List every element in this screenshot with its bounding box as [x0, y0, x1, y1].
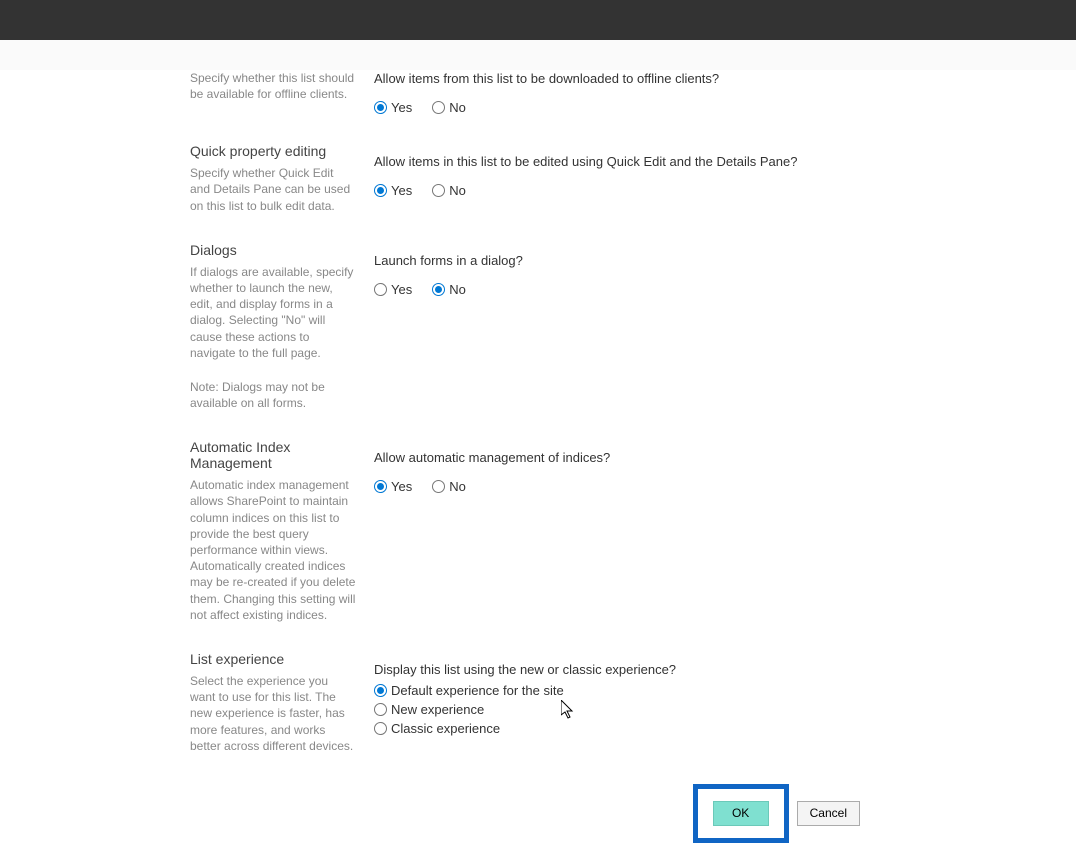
section-quickedit: Quick property editing Specify whether Q…: [190, 143, 870, 214]
autoindex-no-text: No: [449, 479, 466, 494]
quickedit-question: Allow items in this list to be edited us…: [374, 153, 870, 171]
offline-no-radio[interactable]: [432, 101, 445, 114]
listexp-default-text: Default experience for the site: [391, 683, 564, 698]
autoindex-desc: Automatic index management allows ShareP…: [190, 477, 356, 623]
dialogs-yes-radio[interactable]: [374, 283, 387, 296]
autoindex-title: Automatic Index Management: [190, 439, 356, 471]
autoindex-no-radio[interactable]: [432, 480, 445, 493]
offline-yes-label[interactable]: Yes: [374, 100, 412, 115]
top-bar: [0, 0, 1076, 40]
offline-question: Allow items from this list to be downloa…: [374, 70, 870, 88]
dialogs-yes-label[interactable]: Yes: [374, 282, 412, 297]
autoindex-no-label[interactable]: No: [432, 479, 466, 494]
section-autoindex: Automatic Index Management Automatic ind…: [190, 439, 870, 623]
listexp-default-label[interactable]: Default experience for the site: [374, 683, 564, 698]
offline-no-text: No: [449, 100, 466, 115]
quickedit-yes-radio[interactable]: [374, 184, 387, 197]
listexp-new-text: New experience: [391, 702, 484, 717]
quickedit-no-label[interactable]: No: [432, 183, 466, 198]
dialogs-desc: If dialogs are available, specify whethe…: [190, 264, 356, 361]
autoindex-yes-radio[interactable]: [374, 480, 387, 493]
offline-yes-radio[interactable]: [374, 101, 387, 114]
offline-desc: Specify whether this list should be avai…: [190, 70, 356, 102]
listexp-classic-label[interactable]: Classic experience: [374, 721, 500, 736]
dialogs-note: Note: Dialogs may not be available on al…: [190, 379, 356, 411]
section-listexp: List experience Select the experience yo…: [190, 651, 870, 754]
quickedit-no-radio[interactable]: [432, 184, 445, 197]
quickedit-yes-label[interactable]: Yes: [374, 183, 412, 198]
quickedit-title: Quick property editing: [190, 143, 356, 159]
listexp-new-label[interactable]: New experience: [374, 702, 484, 717]
quickedit-no-text: No: [449, 183, 466, 198]
dialogs-no-text: No: [449, 282, 466, 297]
dialogs-yes-text: Yes: [391, 282, 412, 297]
listexp-classic-text: Classic experience: [391, 721, 500, 736]
dialogs-question: Launch forms in a dialog?: [374, 252, 870, 270]
listexp-desc: Select the experience you want to use fo…: [190, 673, 356, 754]
button-row: OK Cancel: [190, 784, 860, 843]
listexp-classic-radio[interactable]: [374, 722, 387, 735]
listexp-default-radio[interactable]: [374, 684, 387, 697]
dialogs-no-radio[interactable]: [432, 283, 445, 296]
offline-no-label[interactable]: No: [432, 100, 466, 115]
sub-header: [0, 40, 1076, 70]
listexp-new-radio[interactable]: [374, 703, 387, 716]
listexp-title: List experience: [190, 651, 356, 667]
section-offline: Specify whether this list should be avai…: [190, 70, 870, 115]
offline-yes-text: Yes: [391, 100, 412, 115]
quickedit-yes-text: Yes: [391, 183, 412, 198]
cancel-button[interactable]: Cancel: [797, 801, 860, 826]
ok-highlight-box: OK: [693, 784, 789, 843]
autoindex-question: Allow automatic management of indices?: [374, 449, 870, 467]
autoindex-yes-label[interactable]: Yes: [374, 479, 412, 494]
dialogs-title: Dialogs: [190, 242, 356, 258]
section-dialogs: Dialogs If dialogs are available, specif…: [190, 242, 870, 412]
autoindex-yes-text: Yes: [391, 479, 412, 494]
ok-button[interactable]: OK: [713, 801, 769, 826]
listexp-question: Display this list using the new or class…: [374, 661, 870, 679]
quickedit-desc: Specify whether Quick Edit and Details P…: [190, 165, 356, 214]
settings-form: Specify whether this list should be avai…: [190, 70, 870, 843]
dialogs-no-label[interactable]: No: [432, 282, 466, 297]
